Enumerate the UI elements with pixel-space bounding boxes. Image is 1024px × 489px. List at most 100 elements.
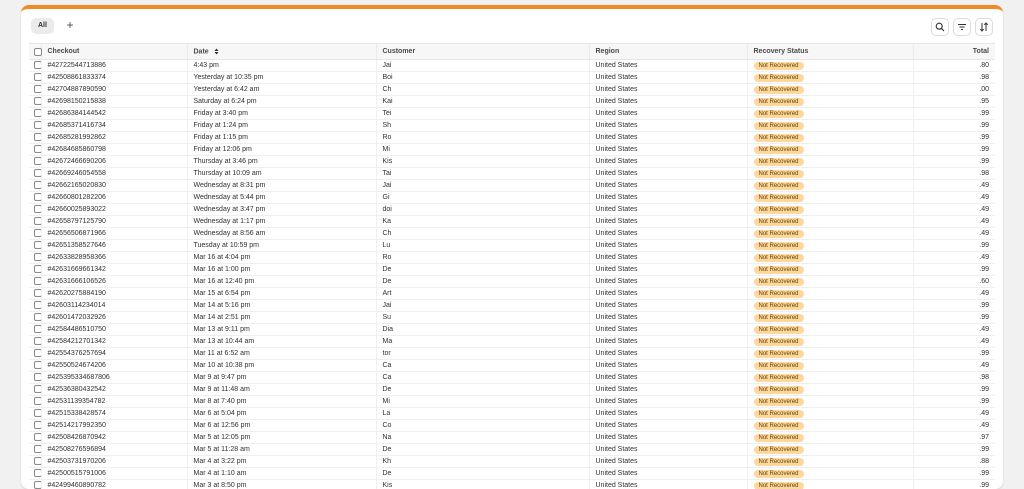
row-checkbox[interactable] <box>34 313 41 322</box>
checkout-id-cell[interactable]: #42500515791006 <box>40 467 187 480</box>
row-checkbox[interactable] <box>34 61 41 70</box>
table-row[interactable]: #42685371416734 Friday at 1:24 pm Sh United… <box>29 119 995 132</box>
table-row[interactable]: #42620275884190 Mar 15 at 6:54 pm Art Unite… <box>29 287 995 300</box>
row-checkbox[interactable] <box>34 241 41 250</box>
checkout-id-cell[interactable]: #42536380432542 <box>40 383 187 396</box>
row-checkbox[interactable] <box>34 421 41 430</box>
checkout-id-cell[interactable]: #425395334687806 <box>40 371 187 384</box>
row-checkbox[interactable] <box>34 349 41 358</box>
checkout-id-cell[interactable]: #42550524674206 <box>40 359 187 372</box>
table-row[interactable]: #42508426870942 Mar 5 at 12:05 pm Na United… <box>29 431 995 444</box>
table-row[interactable]: #42658797125790 Wednesday at 1:17 pm Ka Uni… <box>29 215 995 228</box>
table-row[interactable]: #42633828958366 Mar 16 at 4:04 pm Ro United… <box>29 251 995 264</box>
row-checkbox[interactable] <box>34 325 41 334</box>
checkout-id-cell[interactable]: #42685371416734 <box>40 119 187 132</box>
row-checkbox[interactable] <box>34 97 41 106</box>
table-row[interactable]: #42722544713886 4:43 pm Jai United States No… <box>29 59 995 72</box>
row-checkbox[interactable] <box>34 85 41 94</box>
table-row[interactable]: #42601472032926 Mar 14 at 2:51 pm Su United… <box>29 311 995 324</box>
checkout-id-cell[interactable]: #42660025893022 <box>40 203 187 216</box>
checkout-id-cell[interactable]: #42686384144542 <box>40 107 187 120</box>
table-row[interactable]: #42660025893022 Wednesday at 3:47 pm doi Un… <box>29 203 995 216</box>
row-checkbox[interactable] <box>34 133 41 142</box>
table-row[interactable]: #42508276596894 Mar 5 at 11:28 am De United… <box>29 443 995 456</box>
checkout-id-cell[interactable]: #42584486510750 <box>40 323 187 336</box>
column-header-customer[interactable]: Customer <box>375 43 589 60</box>
row-checkbox[interactable] <box>34 481 41 489</box>
row-checkbox[interactable] <box>34 433 41 442</box>
row-checkbox[interactable] <box>34 277 41 286</box>
search-button[interactable] <box>931 18 949 36</box>
checkout-id-cell[interactable]: #42633828958366 <box>40 251 187 264</box>
table-row[interactable]: #42515338428574 Mar 6 at 5:04 pm La United … <box>29 407 995 420</box>
table-row[interactable]: #42672466690206 Thursday at 3:46 pm Kis Uni… <box>29 155 995 168</box>
tab-all[interactable]: All <box>31 18 54 34</box>
table-row[interactable]: #42684685860798 Friday at 12:06 pm Mi Unite… <box>29 143 995 156</box>
row-checkbox[interactable] <box>34 397 41 406</box>
checkout-id-cell[interactable]: #42620275884190 <box>40 287 187 300</box>
row-checkbox[interactable] <box>34 121 41 130</box>
add-view-button[interactable]: + <box>61 17 79 35</box>
row-checkbox[interactable] <box>34 385 41 394</box>
checkout-id-cell[interactable]: #42601472032926 <box>40 311 187 324</box>
row-checkbox[interactable] <box>34 337 41 346</box>
row-checkbox[interactable] <box>34 73 41 82</box>
checkout-id-cell[interactable]: #42499460890782 <box>40 479 187 489</box>
row-checkbox[interactable] <box>34 109 41 118</box>
row-checkbox[interactable] <box>34 145 41 154</box>
row-checkbox[interactable] <box>34 205 41 214</box>
filter-button[interactable] <box>953 18 971 36</box>
row-checkbox[interactable] <box>34 409 41 418</box>
table-row[interactable]: #42631669661342 Mar 16 at 1:00 pm De United… <box>29 263 995 276</box>
checkout-id-cell[interactable]: #42704887890590 <box>40 83 187 96</box>
select-all-checkbox[interactable] <box>34 47 42 56</box>
table-row[interactable]: #42584212701342 Mar 13 at 10:44 am Ma Unite… <box>29 335 995 348</box>
row-checkbox[interactable] <box>34 373 41 382</box>
row-checkbox[interactable] <box>34 157 41 166</box>
table-row[interactable]: #42669246054558 Thursday at 10:09 am Tai Un… <box>29 167 995 180</box>
table-row[interactable]: #42536380432542 Mar 9 at 11:48 am De United… <box>29 383 995 396</box>
column-header-checkout[interactable]: Checkout <box>40 43 187 60</box>
table-row[interactable]: #42698150215838 Saturday at 6:24 pm Kai Uni… <box>29 95 995 108</box>
row-checkbox[interactable] <box>34 301 41 310</box>
sort-button[interactable] <box>975 18 993 36</box>
table-row[interactable]: #42500515791006 Mar 4 at 1:10 am De United … <box>29 467 995 480</box>
row-checkbox[interactable] <box>34 193 41 202</box>
checkout-id-cell[interactable]: #42662165020830 <box>40 179 187 192</box>
row-checkbox[interactable] <box>34 265 41 274</box>
table-row[interactable]: #42656506871966 Wednesday at 8:56 am Ch Uni… <box>29 227 995 240</box>
row-checkbox[interactable] <box>34 229 41 238</box>
row-checkbox[interactable] <box>34 253 41 262</box>
row-checkbox[interactable] <box>34 361 41 370</box>
table-row[interactable]: #42685281992862 Friday at 1:15 pm Ro United… <box>29 131 995 144</box>
column-header-total[interactable]: Total <box>912 43 995 60</box>
row-checkbox[interactable] <box>34 457 41 466</box>
checkout-id-cell[interactable]: #42656506871966 <box>40 227 187 240</box>
checkout-id-cell[interactable]: #42508861833374 <box>40 71 187 84</box>
checkout-id-cell[interactable]: #42631669661342 <box>40 263 187 276</box>
table-row[interactable]: #42660801282206 Wednesday at 5:44 pm Gi Uni… <box>29 191 995 204</box>
table-row[interactable]: #42603114234014 Mar 14 at 5:16 pm Jai Unite… <box>29 299 995 312</box>
checkout-id-cell[interactable]: #42658797125790 <box>40 215 187 228</box>
checkout-id-cell[interactable]: #42669246054558 <box>40 167 187 180</box>
checkout-id-cell[interactable]: #42515338428574 <box>40 407 187 420</box>
table-row[interactable]: #42531139354782 Mar 8 at 7:40 pm Mi United … <box>29 395 995 408</box>
row-checkbox[interactable] <box>34 181 41 190</box>
row-checkbox[interactable] <box>34 289 41 298</box>
column-header-region[interactable]: Region <box>588 43 747 60</box>
table-row[interactable]: #42550524674206 Mar 10 at 10:38 pm Ca Unite… <box>29 359 995 372</box>
column-header-date[interactable]: Date <box>186 43 376 60</box>
table-row[interactable]: #42554376257694 Mar 11 at 6:52 am tor Unite… <box>29 347 995 360</box>
table-row[interactable]: #42508861833374 Yesterday at 10:35 pm Boi U… <box>29 71 995 84</box>
table-row[interactable]: #42503731970206 Mar 4 at 3:22 pm Kh United … <box>29 455 995 468</box>
checkout-id-cell[interactable]: #42531139354782 <box>40 395 187 408</box>
table-row[interactable]: #42686384144542 Friday at 3:40 pm Tei Unite… <box>29 107 995 120</box>
checkout-id-cell[interactable]: #42554376257694 <box>40 347 187 360</box>
row-checkbox[interactable] <box>34 469 41 478</box>
table-row[interactable]: #42514217992350 Mar 6 at 12:56 pm Co United… <box>29 419 995 432</box>
checkout-id-cell[interactable]: #42672466690206 <box>40 155 187 168</box>
table-row[interactable]: #42631666106526 Mar 16 at 12:40 pm De Unite… <box>29 275 995 288</box>
row-checkbox[interactable] <box>34 217 41 226</box>
checkout-id-cell[interactable]: #42660801282206 <box>40 191 187 204</box>
checkout-id-cell[interactable]: #42631666106526 <box>40 275 187 288</box>
